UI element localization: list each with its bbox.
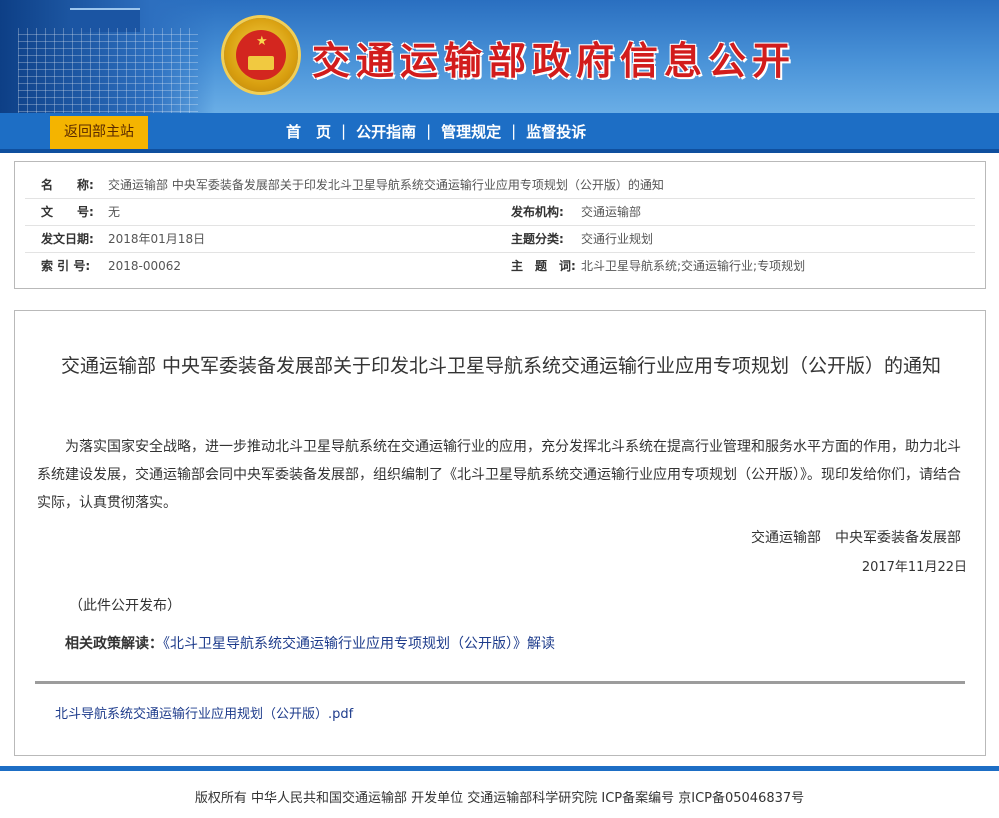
header-banner: ★ 交通运输部政府信息公开 [0,0,999,113]
signature-date: 2017年11月22日 [861,560,967,575]
doc-no-value: 无 [108,205,121,219]
meta-row-date: 发文日期: 2018年01月18日 主题分类: 交通行业规划 [25,226,975,253]
meta-row-name: 名 称: 交通运输部 中央军委装备发展部关于印发北斗卫星导航系统交通运输行业应用… [25,172,975,199]
document-body: 为落实国家安全战略，进一步推动北斗卫星导航系统在交通运输行业的应用，充分发挥北斗… [37,439,961,511]
nav-separator: | [511,122,517,140]
category-value: 交通行业规划 [581,232,654,246]
name-value: 交通运输部 中央军委装备发展部关于印发北斗卫星导航系统交通运输行业应用专项规划（… [108,178,664,192]
site-title: 交通运输部政府信息公开 [312,38,797,83]
meta-row-index: 索 引 号: 2018-00062 主 题 词: 北斗卫星导航系统;交通运输行业… [25,253,975,279]
footer-copyright: 版权所有 中华人民共和国交通运输部 开发单位 交通运输部科学研究院 ICP备案编… [194,791,805,806]
content-divider [35,681,965,684]
nav-link-complaints[interactable]: 监督投诉 [518,121,594,142]
doc-no-label: 文 号: [41,205,94,219]
nav-links: 首 页 | 公开指南 | 管理规定 | 监督投诉 [278,113,594,149]
nav-separator: | [426,122,432,140]
nav-separator: | [341,122,347,140]
nav-link-guide[interactable]: 公开指南 [348,121,424,142]
footer-divider [0,766,999,771]
signature-organization: 交通运输部 中央军委装备发展部 [751,530,961,546]
category-label: 主题分类: [511,232,564,246]
date-value: 2018年01月18日 [108,232,206,246]
issuer-value: 交通运输部 [581,205,642,219]
building-image [0,0,215,113]
document-content: 交通运输部 中央军委装备发展部关于印发北斗卫星导航系统交通运输行业应用专项规划（… [14,310,986,756]
index-value: 2018-00062 [108,259,182,273]
name-label: 名 称: [41,178,94,192]
meta-row-docno: 文 号: 无 发布机构: 交通运输部 [25,199,975,226]
related-policy: 相关政策解读：《北斗卫星导航系统交通运输行业应用专项规划（公开版）》解读 [65,633,555,653]
nav-bar: 返回部主站 首 页 | 公开指南 | 管理规定 | 监督投诉 [0,113,999,153]
issuer-label: 发布机构: [511,205,564,219]
document-title: 交通运输部 中央军委装备发展部关于印发北斗卫星导航系统交通运输行业应用专项规划（… [60,355,942,377]
document-metadata-table: 名 称: 交通运输部 中央军委装备发展部关于印发北斗卫星导航系统交通运输行业应用… [14,161,986,289]
related-policy-label: 相关政策解读： [65,636,163,652]
date-label: 发文日期: [41,232,94,246]
keywords-value: 北斗卫星导航系统;交通运输行业;专项规划 [581,259,806,273]
nav-link-regulations[interactable]: 管理规定 [433,121,509,142]
related-policy-link[interactable]: 《北斗卫星导航系统交通运输行业应用专项规划（公开版）》解读 [163,636,555,652]
return-home-button[interactable]: 返回部主站 [50,116,148,149]
attachment-link[interactable]: 北斗导航系统交通运输行业应用规划（公开版）.pdf [55,703,353,722]
publish-note: （此件公开发布） [69,598,181,614]
keywords-label: 主 题 词: [511,259,576,273]
index-label: 索 引 号: [41,259,91,273]
national-emblem-icon: ★ [224,18,298,92]
nav-link-home[interactable]: 首 页 [278,121,339,142]
